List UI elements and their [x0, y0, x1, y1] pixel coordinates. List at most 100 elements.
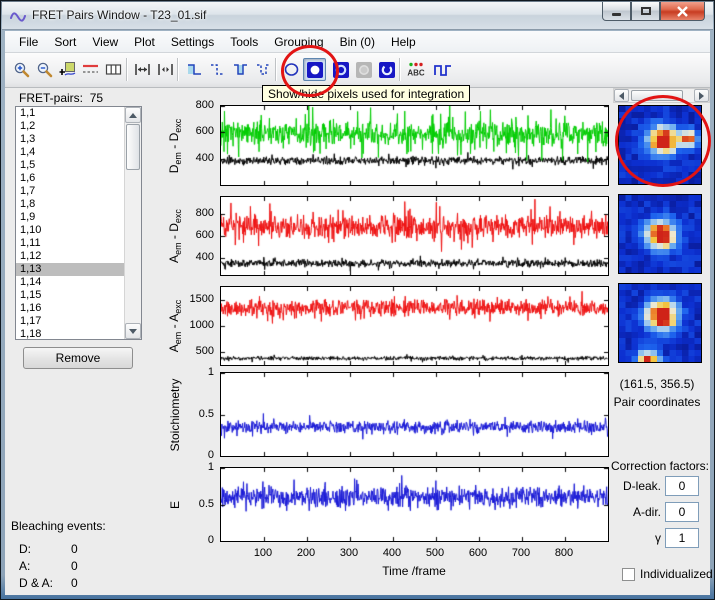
y-axis-label-stoichiometry: Stoichiometry [168, 378, 182, 451]
step-down-dashed-button[interactable] [206, 58, 229, 81]
list-item-1-4[interactable]: 1,4 [16, 146, 124, 159]
fret-pairs-listbox[interactable]: 1,1 1,2 1,3 1,4 1,5 1,6 1,7 1,8 1,9 1,10 1,11 1,12 1… [15, 106, 142, 340]
list-item-1-6[interactable]: 1,6 [16, 172, 124, 185]
bleaching-row-d: D: 0 [19, 542, 139, 556]
toolbar: ABC [5, 53, 710, 88]
y-tick-label: 0.5 [198, 407, 214, 420]
list-scrollbar[interactable] [124, 107, 141, 339]
y-axis-label-aem-aexc: Aem - Aexc [166, 299, 184, 353]
app-waveform-icon [10, 9, 26, 25]
layout-panels-button[interactable] [102, 58, 125, 81]
list-item-1-9[interactable]: 1,9 [16, 211, 124, 224]
plot-dem-dexc [220, 105, 609, 186]
zoom-in-button[interactable] [10, 58, 33, 81]
fit-width-alt-button[interactable] [154, 58, 177, 81]
menu-item-sort[interactable]: Sort [46, 33, 84, 51]
y-tick-label: 0.5 [198, 497, 214, 510]
y-axis-label-efficiency: E [168, 500, 182, 509]
list-item-1-10[interactable]: 1,10 [16, 224, 124, 237]
bleach-da-label: D & A: [19, 576, 54, 590]
maximize-button[interactable] [631, 2, 660, 21]
y-tick-label: 400 [195, 251, 214, 264]
x-tick-label: 200 [296, 547, 316, 559]
close-button[interactable] [660, 2, 705, 21]
line-style-button[interactable] [79, 58, 102, 81]
menu-item-tools[interactable]: Tools [222, 33, 266, 51]
pair-coordinates-label: Pair coordinates [613, 395, 701, 409]
x-tick-label: 800 [554, 547, 574, 559]
broken-ring-button[interactable] [375, 58, 398, 81]
list-item-1-7[interactable]: 1,7 [16, 185, 124, 198]
heatmap-acceptor-emission [618, 283, 702, 363]
y-tick-label: 1 [207, 461, 214, 473]
fret-pairs-label: FRET-pairs: 75 [19, 91, 103, 105]
individualized-checkbox[interactable] [622, 567, 635, 581]
title-bar[interactable]: FRET Pairs Window - T23_01.sif [2, 2, 713, 30]
scroll-thumb[interactable] [126, 124, 140, 170]
d-leak-field[interactable] [665, 476, 699, 496]
bleach-a-label: A: [19, 559, 31, 573]
square-wave-icon [433, 64, 451, 76]
abc-labels-button[interactable]: ABC [404, 58, 427, 81]
list-item-1-13[interactable]: 1,13 [16, 263, 124, 276]
step-pulse-filled-icon [234, 64, 247, 75]
maximize-icon [640, 7, 651, 15]
a-dir-row: A-dir. [603, 502, 709, 522]
zoom-out-button[interactable] [33, 58, 56, 81]
list-item-1-15[interactable]: 1,15 [16, 289, 124, 302]
menu-item-help[interactable]: Help [383, 33, 424, 51]
heatmap-fret-emission [618, 194, 702, 274]
individualized-option: Individualized [622, 567, 713, 581]
square-wave-button[interactable] [431, 58, 454, 81]
list-item-1-12[interactable]: 1,12 [16, 250, 124, 263]
a-dir-label: A-dir. [632, 505, 661, 519]
list-item-1-1[interactable]: 1,1 [16, 107, 124, 120]
list-item-1-5[interactable]: 1,5 [16, 159, 124, 172]
list-item-1-2[interactable]: 1,2 [16, 120, 124, 133]
list-item-1-3[interactable]: 1,3 [16, 133, 124, 146]
x-tick-label: 400 [382, 547, 402, 559]
window-title: FRET Pairs Window - T23_01.sif [32, 8, 207, 22]
menu-item-file[interactable]: File [11, 33, 46, 51]
y-axis-label-aem-dexc: Aem - Dexc [166, 209, 184, 263]
list-item-1-11[interactable]: 1,11 [16, 237, 124, 250]
menu-item-bin-0[interactable]: Bin (0) [332, 33, 383, 51]
fit-width-button[interactable] [131, 58, 154, 81]
scroll-right-icon[interactable] [694, 89, 709, 102]
menu-item-plot[interactable]: Plot [126, 33, 163, 51]
line-style-icon [83, 64, 98, 73]
d-leak-label: D-leak. [622, 479, 661, 493]
y-tick-label: 400 [195, 151, 214, 164]
list-item-1-16[interactable]: 1,16 [16, 302, 124, 315]
step-pulse-dashed-icon [257, 64, 270, 75]
list-item-1-18[interactable]: 1,18 [16, 328, 124, 339]
a-dir-field[interactable] [665, 502, 699, 522]
plot-aem-dexc [220, 196, 609, 276]
disabled-circle-button[interactable] [352, 58, 375, 81]
list-item-1-17[interactable]: 1,17 [16, 315, 124, 328]
step-pulse-dashed-button[interactable] [252, 58, 275, 81]
y-axis-label-dem-dexc: Dem - Dexc [166, 118, 184, 173]
bleach-da-value: 0 [71, 576, 78, 590]
zoom-in-icon [14, 62, 30, 78]
y-tick-label: 800 [195, 99, 214, 111]
gamma-field[interactable] [665, 528, 699, 548]
menu-item-settings[interactable]: Settings [163, 33, 222, 51]
scroll-up-icon[interactable] [125, 107, 141, 123]
step-down-filled-button[interactable] [183, 58, 206, 81]
menu-item-view[interactable]: View [84, 33, 126, 51]
plot-aem-aexc [220, 286, 609, 366]
remove-button[interactable]: Remove [23, 347, 133, 369]
x-tick-label: 100 [253, 547, 273, 559]
x-tick-label: 600 [468, 547, 488, 559]
fit-width-alt-icon [158, 64, 173, 75]
x-tick-label: 500 [425, 547, 445, 559]
minimize-button[interactable] [602, 2, 631, 21]
pixel-select-button[interactable] [56, 58, 79, 81]
list-item-1-14[interactable]: 1,14 [16, 276, 124, 289]
step-pulse-filled-button[interactable] [229, 58, 252, 81]
list-item-1-8[interactable]: 1,8 [16, 198, 124, 211]
scroll-left-icon[interactable] [614, 89, 629, 102]
scroll-down-icon[interactable] [125, 323, 141, 339]
x-tick-label: 700 [511, 547, 531, 559]
